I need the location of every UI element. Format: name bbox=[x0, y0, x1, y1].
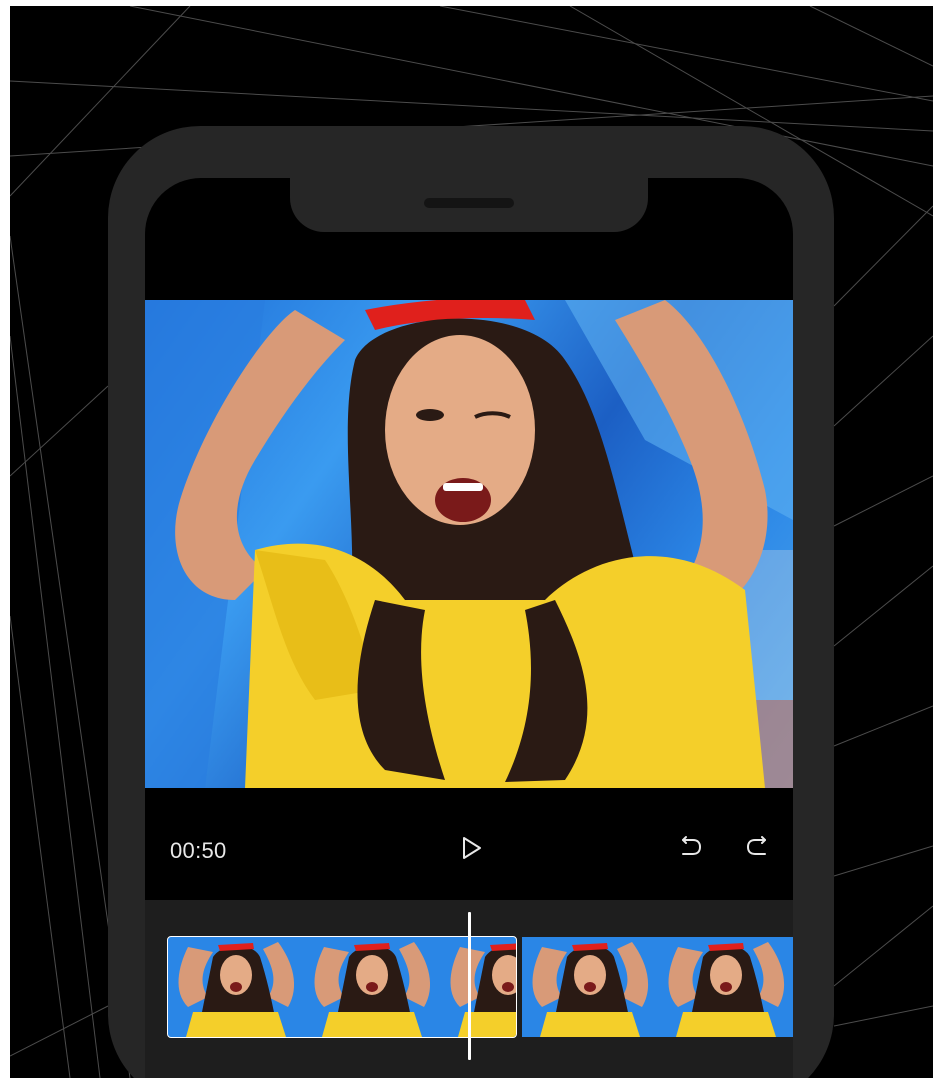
clip-thumbnail bbox=[440, 937, 516, 1037]
timeline-playhead[interactable] bbox=[468, 912, 471, 1060]
app-promo-canvas: 00:50 bbox=[10, 6, 933, 1078]
phone-speaker bbox=[424, 198, 514, 208]
undo-icon[interactable] bbox=[677, 834, 705, 862]
phone-notch bbox=[290, 178, 648, 232]
playback-controls: 00:50 bbox=[145, 818, 793, 878]
timeline-clip[interactable] bbox=[522, 937, 793, 1037]
current-time: 00:50 bbox=[170, 838, 227, 863]
clip-thumbnail bbox=[304, 937, 440, 1037]
timeline[interactable] bbox=[145, 900, 793, 1078]
redo-icon[interactable] bbox=[743, 834, 771, 862]
timeline-clip-selected[interactable] bbox=[167, 936, 517, 1038]
video-preview[interactable] bbox=[145, 300, 793, 788]
preview-photo bbox=[145, 300, 793, 788]
clip-thumbnail bbox=[658, 937, 793, 1037]
play-icon[interactable] bbox=[457, 834, 485, 862]
phone-screen: 00:50 bbox=[145, 178, 793, 1078]
clip-thumbnail bbox=[522, 937, 658, 1037]
clip-thumbnail bbox=[168, 937, 304, 1037]
phone-frame: 00:50 bbox=[108, 126, 834, 1078]
